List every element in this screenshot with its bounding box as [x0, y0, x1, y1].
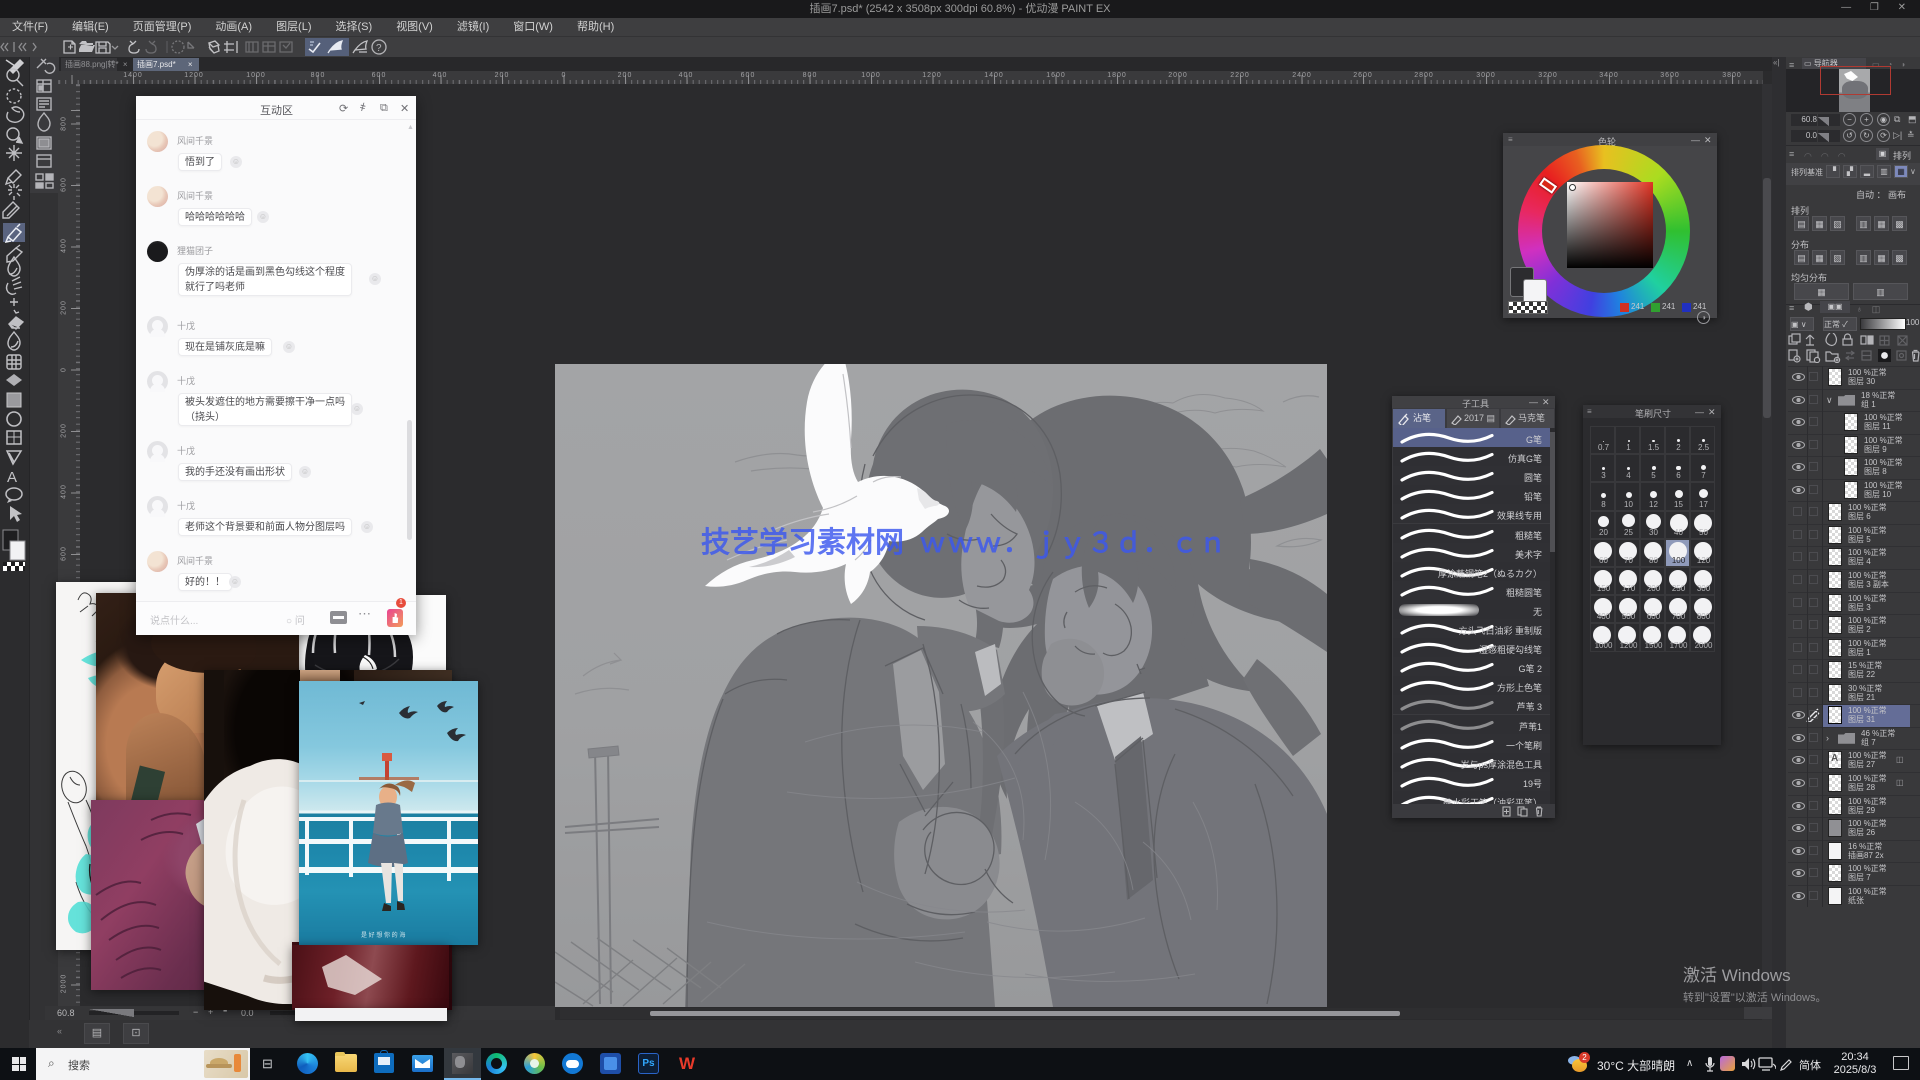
svg-text:是 好 想 你 的 海: 是 好 想 你 的 海 [361, 931, 405, 939]
svg-text:技艺学习素材网: 技艺学习素材网 [701, 525, 904, 559]
svg-text:ｗｗｗ．ｊｙ３ｄ．ｃｎ: ｗｗｗ．ｊｙ３ｄ．ｃｎ [919, 528, 1227, 559]
svg-text:A: A [7, 469, 17, 486]
svg-text:?: ? [376, 43, 382, 54]
